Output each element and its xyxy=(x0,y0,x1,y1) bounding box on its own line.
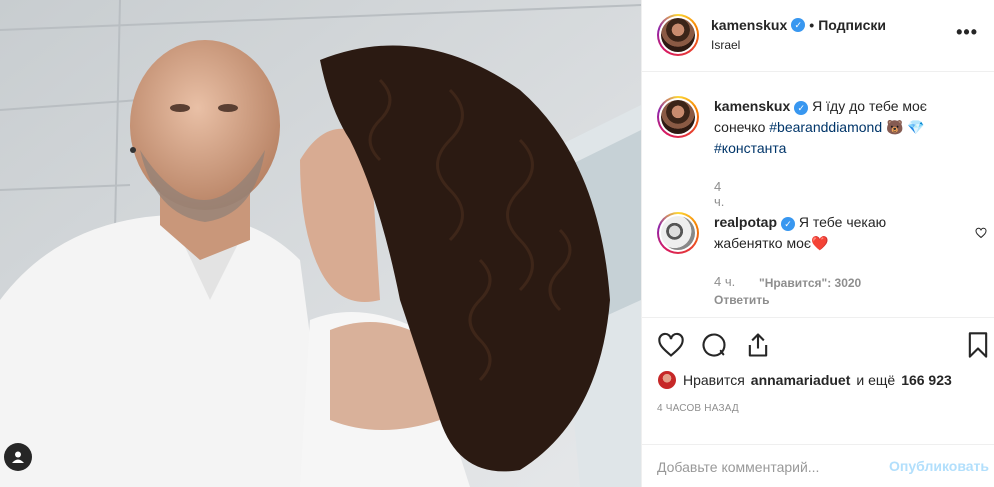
comment-likes-count[interactable]: "Нравится": 3020 xyxy=(759,276,861,290)
add-comment-section: Опубликовать xyxy=(642,444,994,487)
more-icon[interactable]: ••• xyxy=(956,22,978,43)
likes-middle: и ещё xyxy=(856,372,896,388)
author-avatar[interactable] xyxy=(657,14,699,56)
hashtag-link[interactable]: #константа xyxy=(714,140,786,156)
following-button[interactable]: Подписки xyxy=(818,17,886,33)
heart-icon[interactable] xyxy=(657,331,685,359)
commenter-avatar[interactable] xyxy=(657,212,699,254)
comments-list: kamenskux ✓ Я їду до тебе моє сонечко #be… xyxy=(642,73,994,317)
liker-avatar[interactable] xyxy=(657,370,677,390)
photo-illustration xyxy=(0,0,641,487)
likes-count[interactable]: 166 923 xyxy=(901,372,952,388)
post-photo[interactable] xyxy=(0,0,641,487)
bookmark-icon[interactable] xyxy=(964,331,992,359)
post-panel: kamenskux ✓ • Подписки Israel ••• kamens… xyxy=(641,0,994,487)
caption-time[interactable]: 4 ч. xyxy=(714,179,724,209)
user-tag-icon xyxy=(12,451,24,463)
likes-summary: Нравится annamariaduet и ещё 166 923 xyxy=(657,370,952,390)
post-header: kamenskux ✓ • Подписки Israel ••• xyxy=(642,0,994,72)
verified-icon: ✓ xyxy=(791,18,806,32)
comment-body: realpotap ✓ Я тебе чекаю жабенятко моє❤️ xyxy=(714,212,954,254)
post-comment-button[interactable]: Опубликовать xyxy=(889,458,989,474)
commenter-username[interactable]: realpotap xyxy=(714,214,777,230)
verified-icon: ✓ xyxy=(781,217,796,231)
hashtag-link[interactable]: #bearanddiamond xyxy=(769,119,882,135)
reply-button[interactable]: Ответить xyxy=(714,293,769,307)
post-timestamp[interactable]: 4 ЧАСОВ НАЗАД xyxy=(657,403,739,414)
user-tag-button[interactable] xyxy=(4,443,32,471)
separator-dot: • xyxy=(809,17,815,33)
post-actions: Нравится annamariaduet и ещё 166 923 4 Ч… xyxy=(642,317,994,487)
caption-avatar[interactable] xyxy=(657,96,699,138)
caption-emojis: 🐻 💎 xyxy=(886,119,925,135)
liker-username[interactable]: annamariaduet xyxy=(751,372,851,388)
comment-input[interactable] xyxy=(657,456,872,478)
share-icon[interactable] xyxy=(744,331,772,359)
likes-prefix: Нравится xyxy=(683,372,745,388)
caption-username[interactable]: kamenskux xyxy=(714,98,790,114)
comment-emoji: ❤️ xyxy=(811,235,829,251)
comment-icon[interactable] xyxy=(700,331,728,359)
verified-icon: ✓ xyxy=(794,101,809,115)
caption-body: kamenskux ✓ Я їду до тебе моє сонечко #be… xyxy=(714,96,954,159)
comment-time[interactable]: 4 ч. xyxy=(714,274,735,289)
comment-like-heart-icon[interactable] xyxy=(975,227,987,239)
post-location[interactable]: Israel xyxy=(711,38,740,52)
author-username[interactable]: kamenskux xyxy=(711,17,787,33)
